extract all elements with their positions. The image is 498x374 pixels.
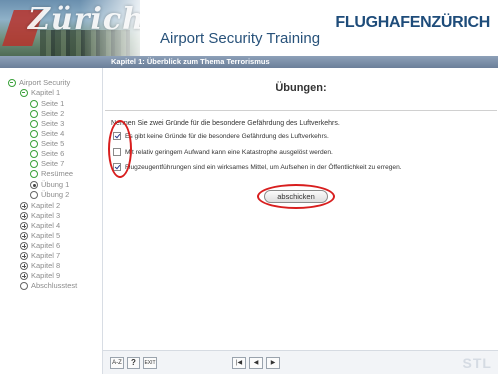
answer-label: Mit relativ geringem Aufwand kann eine K… <box>125 148 333 156</box>
sidebar-nav: Airport Security Kapitel 1 Seite 1 Seite… <box>0 68 102 374</box>
stl-logo: STL <box>462 355 492 371</box>
expand-icon <box>20 222 28 230</box>
brand-logo: FLUGHAFENZÜRICH <box>335 14 490 32</box>
answer-option-3[interactable]: Flugzeugentführungen sind ein wirksames … <box>113 163 402 171</box>
nav-item-kapitel-1[interactable]: Kapitel 1 <box>20 88 60 98</box>
checkbox-checked[interactable] <box>113 132 121 140</box>
expand-icon <box>20 252 28 260</box>
expand-icon <box>20 202 28 210</box>
exercise-panel: Übungen: Nennen Sie zwei Gründe für die … <box>102 68 498 350</box>
previous-page-button[interactable]: ◀ <box>249 357 263 369</box>
answer-option-2[interactable]: Mit relativ geringem Aufwand kann eine K… <box>113 148 333 156</box>
nav-item-kapitel-5[interactable]: Kapitel 5 <box>20 231 60 241</box>
collapse-icon <box>8 79 16 87</box>
nav-item-kapitel-6[interactable]: Kapitel 6 <box>20 241 60 251</box>
exit-button[interactable]: EXIT <box>143 357 157 369</box>
nav-item-seite-1[interactable]: Seite 1 <box>30 99 64 109</box>
expand-icon <box>20 232 28 240</box>
nav-item-seite-6[interactable]: Seite 6 <box>30 149 64 159</box>
nav-item-seite-5[interactable]: Seite 5 <box>30 139 64 149</box>
nav-item-airport-security[interactable]: Airport Security <box>8 78 70 88</box>
radio-empty-icon <box>30 191 38 199</box>
visited-circle-icon <box>30 110 38 118</box>
visited-circle-icon <box>30 100 38 108</box>
bottom-toolbar: A-Z ? EXIT |◀ ◀ ▶ STL <box>102 350 498 374</box>
nav-item-kapitel-9[interactable]: Kapitel 9 <box>20 271 60 281</box>
visited-circle-icon <box>30 150 38 158</box>
brand-logo-part1: FLUGHAFEN <box>335 14 432 31</box>
nav-item-seite-2[interactable]: Seite 2 <box>30 109 64 119</box>
expand-icon <box>20 242 28 250</box>
nav-item-kapitel-2[interactable]: Kapitel 2 <box>20 201 60 211</box>
checkbox-checked[interactable] <box>113 163 121 171</box>
submit-button[interactable]: abschicken <box>264 190 328 203</box>
visited-circle-icon <box>30 160 38 168</box>
expand-icon <box>20 262 28 270</box>
help-button[interactable]: ? <box>127 357 140 369</box>
nav-item-ubung-2[interactable]: Übung 2 <box>30 190 69 200</box>
app-title: Airport Security Training <box>160 30 321 47</box>
visited-circle-icon <box>30 130 38 138</box>
heading-divider <box>105 110 497 111</box>
visited-circle-icon <box>30 170 38 178</box>
brand-logo-part2: ZÜRICH <box>431 14 490 31</box>
header-photo: Zürich <box>0 0 140 56</box>
checkbox-unchecked[interactable] <box>113 148 121 156</box>
nav-item-kapitel-7[interactable]: Kapitel 7 <box>20 251 60 261</box>
question-text: Nennen Sie zwei Gründe für die besondere… <box>111 120 340 127</box>
nav-item-kapitel-8[interactable]: Kapitel 8 <box>20 261 60 271</box>
next-page-button[interactable]: ▶ <box>266 357 280 369</box>
nav-item-seite-7[interactable]: Seite 7 <box>30 159 64 169</box>
visited-circle-icon <box>30 140 38 148</box>
nav-item-ubung-1[interactable]: Übung 1 <box>30 180 69 190</box>
first-page-button[interactable]: |◀ <box>232 357 246 369</box>
visited-circle-icon <box>30 120 38 128</box>
radio-selected-icon <box>30 181 38 189</box>
exercise-heading: Übungen: <box>275 82 327 94</box>
answer-label: Flugzeugentführungen sind ein wirksames … <box>125 163 402 171</box>
nav-item-seite-4[interactable]: Seite 4 <box>30 129 64 139</box>
nav-item-abschlusstest[interactable]: Abschlusstest <box>20 281 77 291</box>
nav-item-kapitel-4[interactable]: Kapitel 4 <box>20 221 60 231</box>
expand-icon <box>20 272 28 280</box>
city-logo-text: Zürich <box>28 2 140 37</box>
answer-label: Es gibt keine Gründe für die besondere G… <box>125 132 329 140</box>
radio-empty-icon <box>20 282 28 290</box>
nav-item-seite-3[interactable]: Seite 3 <box>30 119 64 129</box>
answer-option-1[interactable]: Es gibt keine Gründe für die besondere G… <box>113 132 329 140</box>
collapse-icon <box>20 89 28 97</box>
chapter-bar: Kapitel 1: Überblick zum Thema Terrorism… <box>0 56 498 68</box>
nav-item-resumee[interactable]: Resümee <box>30 169 73 179</box>
nav-item-kapitel-3[interactable]: Kapitel 3 <box>20 211 60 221</box>
header: Zürich Airport Security Training FLUGHAF… <box>0 0 498 56</box>
expand-icon <box>20 212 28 220</box>
chapter-title: Kapitel 1: Überblick zum Thema Terrorism… <box>111 57 270 66</box>
index-button[interactable]: A-Z <box>110 357 124 369</box>
